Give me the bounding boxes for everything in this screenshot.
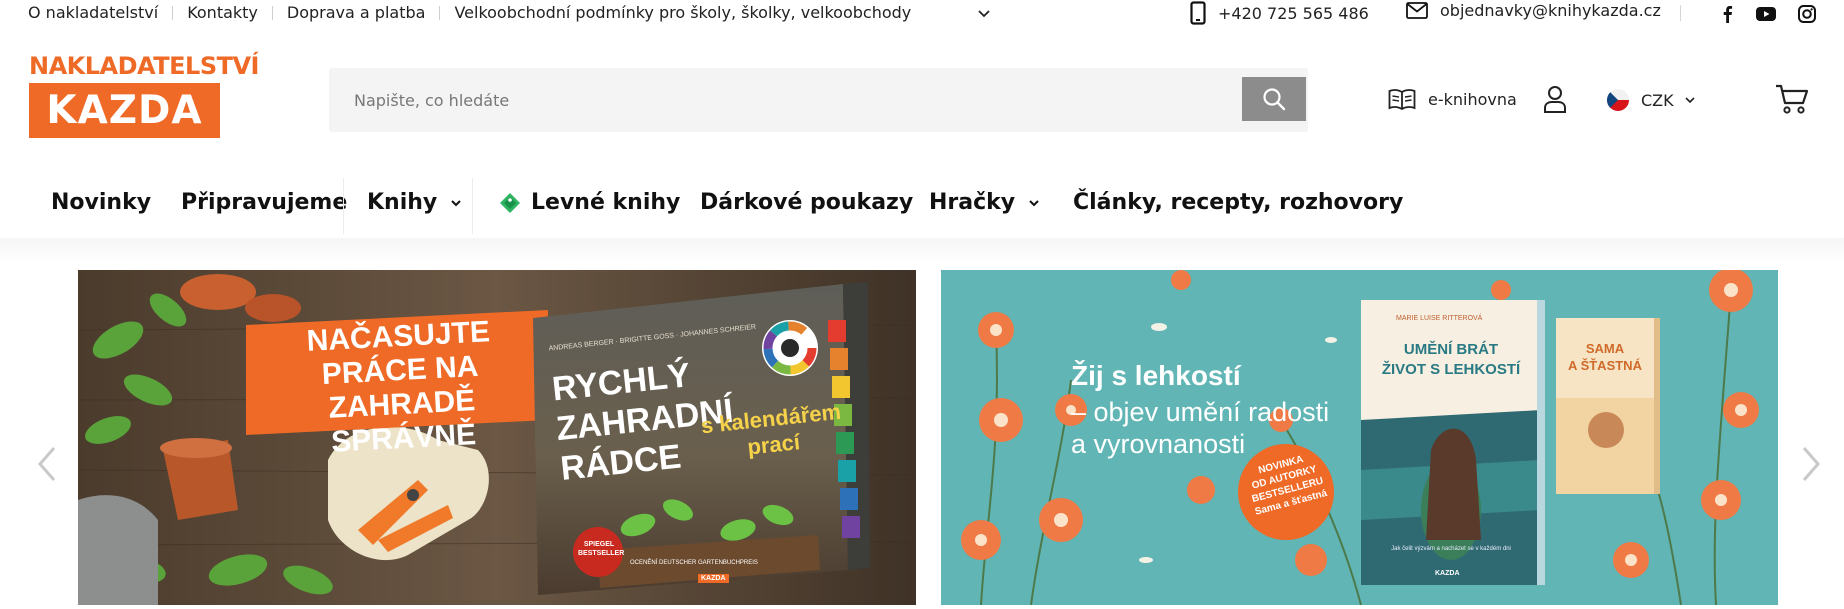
search-bar (329, 68, 1308, 132)
main-nav: Novinky Připravujeme Knihy Levné knihy D… (0, 178, 1844, 234)
cart-button[interactable] (1775, 83, 1809, 119)
top-link-contacts[interactable]: Kontakty (187, 3, 258, 22)
nav-knihy[interactable]: Knihy (367, 190, 463, 215)
nav-clanky[interactable]: Články, recepty, rozhovory (1073, 190, 1403, 215)
divider (343, 178, 344, 234)
divider (271, 5, 273, 20)
logo-line-2: KAZDA (29, 83, 220, 138)
banner1-headline: NAČASUJTE PRÁCE NA ZAHRADĚ SPRÁVNĚ (263, 313, 540, 463)
banner2-book1-publisher: KAZDA (1435, 570, 1460, 577)
tag-icon (500, 192, 520, 213)
book-title-line: A ŠŤASTNÁ (1568, 358, 1642, 373)
chevron-down-icon (451, 199, 461, 206)
carousel-prev-button[interactable] (34, 444, 58, 484)
chevron-left-icon (38, 447, 56, 481)
divider (439, 5, 441, 20)
banner2-title: Žij s lehkostí (1071, 360, 1241, 391)
phone-number: +420 725 565 486 (1218, 3, 1369, 23)
badge-line: BESTSELLER (578, 550, 625, 557)
nav-hracky[interactable]: Hračky (929, 190, 1041, 215)
cart-icon (1776, 84, 1809, 114)
user-icon (1544, 86, 1566, 113)
top-links: O nakladatelství Kontakty Doprava a plat… (28, 3, 991, 22)
logo-line-1: NAKLADATELSTVÍ (29, 52, 259, 80)
book-icon (1388, 89, 1416, 110)
badge-line: SPIEGEL (583, 541, 615, 548)
search-input[interactable] (329, 68, 1229, 132)
ebook-library-link[interactable]: e-knihovna (1388, 88, 1517, 110)
carousel-next-button[interactable] (1800, 444, 1824, 484)
nav-novinky[interactable]: Novinky (51, 190, 151, 215)
phone-contact[interactable]: +420 725 565 486 (1190, 1, 1369, 25)
divider (172, 5, 174, 20)
currency-selector[interactable]: CZK (1607, 89, 1696, 111)
chevron-right-icon (1802, 447, 1820, 481)
top-link-wholesale[interactable]: Velkoobchodní podmínky pro školy, školky… (454, 3, 911, 22)
logo[interactable]: NAKLADATELSTVÍ KAZDA (29, 52, 259, 147)
book-title-line: SAMA (1585, 341, 1625, 356)
top-link-about[interactable]: O nakladatelství (28, 3, 158, 22)
nav-hracky-label: Hračky (929, 190, 1016, 215)
book-title-line: UMĚNÍ BRÁT (1403, 341, 1499, 358)
promo-banner-lightness[interactable]: Žij s lehkostí – objev umění radosti a v… (941, 270, 1778, 605)
nav-knihy-label: Knihy (367, 190, 438, 215)
top-bar: O nakladatelství Kontakty Doprava a plat… (0, 0, 1844, 27)
banner2-book2-title: SAMA A ŠŤASTNÁ (1556, 340, 1654, 374)
chevron-down-icon (1685, 97, 1695, 104)
ebook-label: e-knihovna (1428, 89, 1517, 109)
banner1-award: OCENĚNÍ DEUTSCHER GARTENBUCHPREIS (630, 560, 758, 566)
youtube-icon[interactable] (1756, 4, 1776, 24)
user-account-button[interactable] (1543, 85, 1567, 117)
email-contact[interactable]: objednavky@knihykazda.cz (1406, 1, 1661, 20)
nav-darkove-poukazy[interactable]: Dárkové poukazy (700, 190, 913, 215)
facebook-icon[interactable] (1717, 4, 1737, 24)
chevron-down-icon (1029, 199, 1039, 206)
banner1-bestseller-badge: SPIEGEL BESTSELLER (578, 540, 625, 558)
banner2-subtitle-line: – objev umění radosti (1071, 397, 1330, 427)
nav-pripravujeme[interactable]: Připravujeme (181, 190, 347, 215)
divider (472, 178, 473, 234)
banner1-publisher: KAZDA (698, 574, 729, 583)
currency-label: CZK (1641, 90, 1674, 110)
banner2-book1-tagline: Jak čelit výzvám a nacházet se v každém … (1391, 546, 1511, 552)
top-link-shipping[interactable]: Doprava a platba (287, 3, 426, 22)
banner2-book1-title: UMĚNÍ BRÁT ŽIVOT S LEHKOSTÍ (1361, 340, 1541, 380)
nav-levne-knihy[interactable]: Levné knihy (499, 190, 680, 215)
instagram-icon[interactable] (1797, 4, 1817, 24)
mail-icon (1406, 2, 1428, 19)
email-address: objednavky@knihykazda.cz (1440, 1, 1661, 20)
nav-shadow (0, 238, 1844, 264)
book-title-line: ŽIVOT S LEHKOSTÍ (1381, 361, 1521, 378)
chevron-down-icon[interactable] (977, 6, 991, 20)
banner2-book1-author: MARIE LUISE RITTEROVÁ (1396, 315, 1483, 322)
search-button[interactable] (1242, 77, 1306, 121)
search-icon (1263, 88, 1286, 111)
divider (1680, 5, 1681, 21)
banner2-subtitle: – objev umění radosti a vyrovnanosti (1071, 396, 1329, 460)
promo-banner-garden[interactable]: NAČASUJTE PRÁCE NA ZAHRADĚ SPRÁVNĚ ANDRE… (78, 270, 916, 605)
nav-levne-knihy-label: Levné knihy (531, 190, 681, 215)
czech-flag-icon (1607, 89, 1629, 111)
phone-icon (1190, 1, 1206, 25)
